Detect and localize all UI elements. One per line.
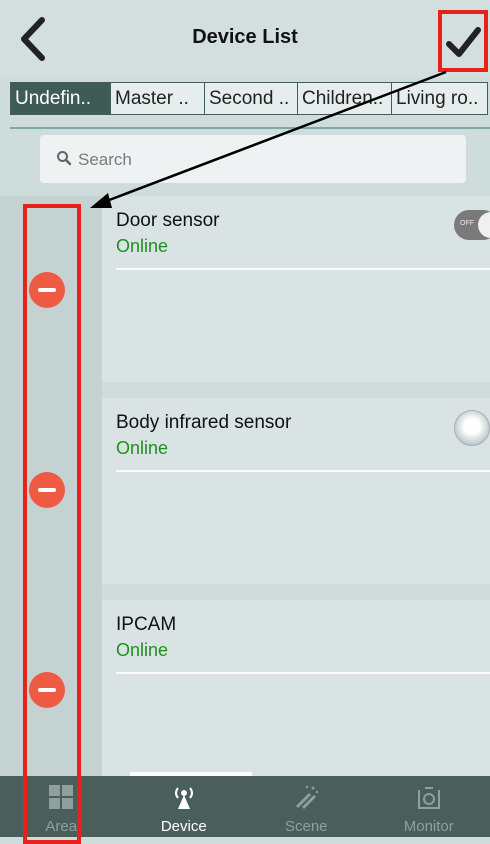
arrow-annotation-icon [0,0,490,837]
